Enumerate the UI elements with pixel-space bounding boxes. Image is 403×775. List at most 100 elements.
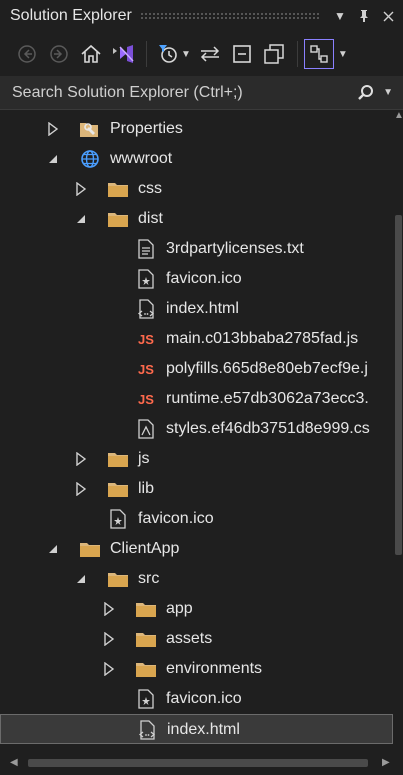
vs-switch-views-icon[interactable]: [108, 39, 138, 69]
collapsed-chevron-icon[interactable]: [74, 452, 88, 466]
collapsed-chevron-icon[interactable]: [74, 482, 88, 496]
tree-item[interactable]: wwwroot: [0, 144, 393, 174]
collapsed-chevron-icon[interactable]: [102, 632, 116, 646]
tree-item[interactable]: js: [0, 444, 393, 474]
scroll-right-arrow-icon[interactable]: ▶: [382, 757, 390, 768]
tree-item-label: 3rdpartylicenses.txt: [166, 240, 304, 257]
tree-item-label: polyfills.665d8e80eb7ecf9e.j: [166, 360, 368, 377]
tree-item[interactable]: index.html: [0, 294, 393, 324]
pending-changes-dropdown-icon[interactable]: ▼: [181, 49, 191, 60]
pin-icon[interactable]: [355, 6, 373, 26]
tree-item[interactable]: favicon.ico: [0, 504, 393, 534]
horizontal-scroll-thumb[interactable]: [28, 759, 368, 767]
tree-item[interactable]: css: [0, 174, 393, 204]
tree-item-label: styles.ef46db3751d8e999.cs: [166, 420, 370, 437]
tree-item-label: lib: [138, 480, 155, 497]
tree-item-label: environments: [166, 660, 263, 677]
scroll-left-arrow-icon[interactable]: ◀: [10, 757, 18, 768]
tree-item-label: favicon.ico: [166, 690, 242, 707]
vertical-scrollbar[interactable]: ▲: [393, 110, 403, 750]
toolbar-separator: [146, 41, 147, 67]
tree-item[interactable]: environments: [0, 654, 393, 684]
text-file-icon: [135, 238, 157, 260]
js-file-icon: JS: [138, 361, 154, 377]
tree-item[interactable]: index.html: [0, 714, 393, 744]
tree-item-label: index.html: [167, 721, 240, 738]
folder-icon: [135, 658, 157, 680]
image-file-icon: [107, 508, 129, 530]
track-active-item-icon[interactable]: [303, 39, 334, 69]
scroll-up-arrow-icon[interactable]: ▲: [394, 110, 403, 121]
drag-grip[interactable]: [139, 12, 321, 20]
folder-icon: [107, 208, 129, 230]
show-all-files-icon[interactable]: [259, 39, 289, 69]
tree-item-label: runtime.e57db3062a73ecc3.: [166, 390, 369, 407]
tree-item-label: index.html: [166, 300, 239, 317]
folder-icon: [135, 598, 157, 620]
collapsed-chevron-icon[interactable]: [74, 182, 88, 196]
tree-item-label: ClientApp: [110, 540, 180, 557]
tree-item-label: favicon.ico: [166, 270, 242, 287]
tree-item[interactable]: app: [0, 594, 393, 624]
properties-icon: [79, 118, 101, 140]
search-options-dropdown-icon[interactable]: ▼: [383, 87, 393, 98]
collapsed-chevron-icon[interactable]: [102, 662, 116, 676]
tree-item[interactable]: JS polyfills.665d8e80eb7ecf9e.j: [0, 354, 393, 384]
tree-item[interactable]: lib: [0, 474, 393, 504]
expanded-chevron-icon[interactable]: [46, 152, 60, 166]
tree-item[interactable]: favicon.ico: [0, 684, 393, 714]
tree-item-label: css: [138, 180, 162, 197]
back-icon[interactable]: [12, 39, 42, 69]
tree-item[interactable]: assets: [0, 624, 393, 654]
tree-item[interactable]: ClientApp: [0, 534, 393, 564]
track-active-dropdown-icon[interactable]: ▼: [338, 49, 348, 60]
expanded-chevron-icon[interactable]: [74, 212, 88, 226]
js-file-icon: JS: [138, 331, 154, 347]
horizontal-scrollbar[interactable]: ◀ ▶: [0, 752, 403, 775]
forward-icon[interactable]: [44, 39, 74, 69]
tree-item-label: assets: [166, 630, 213, 647]
tree-item-label: main.c013bbaba2785fad.js: [166, 330, 359, 347]
tree-item-label: dist: [138, 210, 163, 227]
folder-icon: [107, 448, 129, 470]
image-file-icon: [135, 688, 157, 710]
tree-item[interactable]: dist: [0, 204, 393, 234]
tree-item-label: app: [166, 600, 193, 617]
tree-item-label: Properties: [110, 120, 183, 137]
tree-item[interactable]: src: [0, 564, 393, 594]
tree-item[interactable]: favicon.ico: [0, 264, 393, 294]
search-bar[interactable]: Search Solution Explorer (Ctrl+;) ▼: [0, 76, 403, 110]
js-file-icon: JS: [138, 391, 154, 407]
globe-icon: [79, 148, 101, 170]
tree-item[interactable]: Properties: [0, 114, 393, 144]
html-file-icon: [135, 298, 157, 320]
solution-tree: Properties wwwroot css dist 3rdpartylicenses…: [0, 114, 393, 750]
collapse-all-icon[interactable]: [227, 39, 257, 69]
tree-item-label: wwwroot: [110, 150, 173, 167]
collapsed-chevron-icon[interactable]: [46, 122, 60, 136]
css-file-icon: [135, 418, 157, 440]
pending-changes-filter-icon[interactable]: [153, 39, 183, 69]
tree-item-label: js: [138, 450, 150, 467]
html-file-icon: [136, 719, 158, 741]
tree-item[interactable]: 3rdpartylicenses.txt: [0, 234, 393, 264]
toolbar-separator: [296, 41, 298, 67]
collapsed-chevron-icon[interactable]: [102, 602, 116, 616]
expanded-chevron-icon[interactable]: [74, 572, 88, 586]
folder-icon: [107, 178, 129, 200]
close-icon[interactable]: [379, 6, 397, 26]
window-position-dropdown-icon[interactable]: ▼: [331, 6, 349, 26]
tree-item-label: src: [138, 570, 160, 587]
vertical-scroll-thumb[interactable]: [395, 215, 402, 555]
tree-item[interactable]: JS main.c013bbaba2785fad.js: [0, 324, 393, 354]
search-input[interactable]: Search Solution Explorer (Ctrl+;): [0, 84, 357, 102]
home-icon[interactable]: [76, 39, 106, 69]
image-file-icon: [135, 268, 157, 290]
toolbar: ▼ ▼: [0, 32, 403, 76]
folder-icon: [79, 538, 101, 560]
title-bar: Solution Explorer ▼: [0, 0, 403, 32]
sync-arrows-icon[interactable]: [195, 39, 225, 69]
tree-item[interactable]: styles.ef46db3751d8e999.cs: [0, 414, 393, 444]
tree-item[interactable]: JS runtime.e57db3062a73ecc3.: [0, 384, 393, 414]
expanded-chevron-icon[interactable]: [46, 542, 60, 556]
